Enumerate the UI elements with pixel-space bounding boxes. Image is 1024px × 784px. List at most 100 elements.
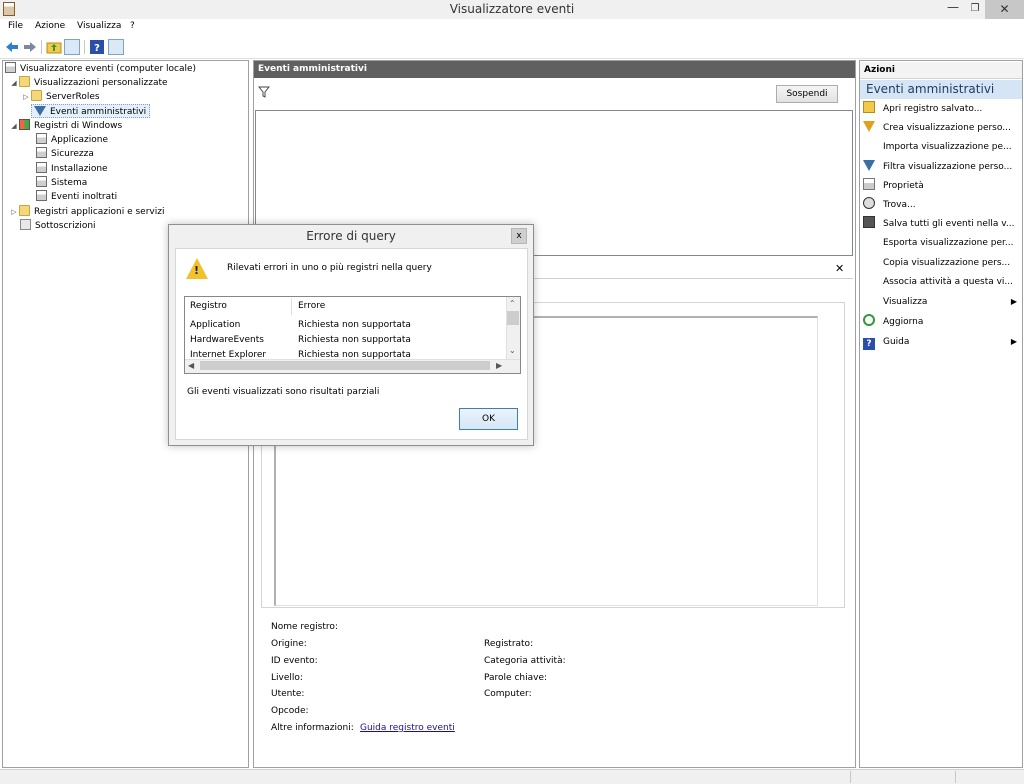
menu-view[interactable]: Visualizza — [77, 21, 121, 31]
tree-item-custom-views[interactable]: ◢ Visualizzazioni personalizzate — [9, 76, 168, 90]
collapsed-arrow-icon[interactable]: ▷ — [9, 205, 19, 219]
menu-action[interactable]: Azione — [35, 21, 65, 31]
toolbar-separator — [41, 40, 42, 54]
tree-item-server-roles[interactable]: ▷ ServerRoles — [21, 90, 100, 104]
log-icon — [36, 190, 47, 201]
open-folder-icon — [863, 101, 875, 113]
save-icon — [863, 216, 875, 228]
error-row-log[interactable]: Internet Explorer — [190, 350, 266, 359]
event-viewer-icon — [5, 62, 16, 73]
tree-item-windows-logs[interactable]: ◢ Registri di Windows — [9, 119, 122, 133]
ok-button[interactable]: OK — [459, 408, 518, 430]
submenu-arrow-icon: ▶ — [1010, 297, 1017, 306]
action-save-all-events[interactable]: Salva tutti gli eventi nella v... — [863, 216, 1021, 232]
label-more-info: Altre informazioni: — [271, 723, 354, 733]
svg-text:?: ? — [94, 43, 100, 54]
error-row-message[interactable]: Richiesta non supportata — [298, 335, 411, 345]
log-icon — [36, 176, 47, 187]
help-icon[interactable]: ? — [89, 39, 105, 55]
label-task-category: Categoria attività: — [484, 656, 566, 666]
action-help[interactable]: ? Guida ▶ — [863, 334, 1021, 350]
column-separator[interactable] — [291, 298, 292, 315]
expanded-arrow-icon[interactable]: ◢ — [9, 119, 19, 133]
windows-logs-icon — [19, 119, 30, 130]
actions-section-header[interactable]: Eventi amministrativi — [860, 80, 1022, 99]
filter-icon — [863, 160, 875, 171]
menu-file[interactable]: File — [8, 21, 23, 31]
scroll-right-icon[interactable]: ▶ — [496, 361, 502, 370]
log-icon — [36, 147, 47, 158]
maximize-button[interactable]: ❐ — [965, 0, 985, 19]
collapsed-arrow-icon[interactable]: ▷ — [21, 90, 31, 104]
minimize-button[interactable]: — — [940, 0, 966, 19]
error-row-log[interactable]: HardwareEvents — [190, 335, 264, 345]
back-arrow-icon[interactable] — [4, 39, 20, 55]
status-separator — [955, 771, 956, 783]
scroll-up-icon[interactable]: ⌃ — [509, 299, 516, 308]
tree-item-security[interactable]: Sicurezza — [36, 147, 94, 161]
menu-help[interactable]: ? — [130, 21, 135, 31]
dialog-close-button[interactable]: x — [511, 228, 527, 244]
tree-item-admin-events[interactable]: Eventi amministrativi — [31, 104, 151, 118]
tree-item-application[interactable]: Applicazione — [36, 133, 108, 147]
subscriptions-icon — [20, 219, 31, 230]
action-import-custom-view[interactable]: Importa visualizzazione pe... — [863, 139, 1021, 155]
action-open-saved-log[interactable]: Apri registro salvato... — [863, 101, 1021, 117]
action-create-custom-view[interactable]: Crea visualizzazione perso... — [863, 120, 1021, 136]
center-pane-title: Eventi amministrativi — [254, 61, 855, 78]
help-icon: ? — [863, 338, 875, 350]
label-opcode: Opcode: — [271, 706, 309, 716]
toolbar: ? — [0, 37, 1024, 59]
error-row-message[interactable]: Richiesta non supportata — [298, 320, 411, 330]
column-header-error[interactable]: Errore — [298, 301, 325, 311]
action-find[interactable]: Trova... — [863, 197, 1021, 213]
vertical-scroll-thumb[interactable] — [507, 311, 519, 325]
tree-item-subscriptions[interactable]: Sottoscrizioni — [20, 219, 96, 233]
action-view[interactable]: Visualizza ▶ — [863, 294, 1021, 310]
dialog-title: Errore di query — [306, 229, 396, 243]
action-filter-custom-view[interactable]: Filtra visualizzazione perso... — [863, 159, 1021, 175]
actions-title: Azioni — [860, 62, 1022, 79]
label-source: Origine: — [271, 639, 307, 649]
show-hide-action-pane-icon[interactable] — [108, 39, 124, 55]
toolbar-separator — [84, 40, 85, 54]
error-row-log[interactable]: Application — [190, 320, 240, 330]
tree-item-system[interactable]: Sistema — [36, 176, 87, 190]
action-copy-custom-view[interactable]: Copia visualizzazione pers... — [863, 255, 1021, 271]
filter-icon[interactable] — [258, 86, 270, 98]
label-log-name: Nome registro: — [271, 622, 338, 632]
action-export-custom-view[interactable]: Esporta visualizzazione per... — [863, 235, 1021, 251]
window-title: Visualizzatore eventi — [449, 2, 575, 16]
show-hide-tree-icon[interactable] — [64, 39, 80, 55]
stop-button[interactable]: Sospendi — [776, 85, 838, 103]
event-log-help-link[interactable]: Guida registro eventi — [360, 723, 455, 733]
scroll-down-icon[interactable]: ⌄ — [509, 346, 516, 355]
label-level: Livello: — [271, 673, 303, 683]
tree-item-forwarded-events[interactable]: Eventi inoltrati — [36, 190, 117, 204]
up-folder-icon[interactable] — [46, 39, 62, 55]
tree-item-setup[interactable]: Installazione — [36, 162, 108, 176]
horizontal-scroll-thumb[interactable] — [200, 361, 490, 370]
action-attach-task[interactable]: Associa attività a questa vi... — [863, 274, 1021, 290]
scroll-left-icon[interactable]: ◀ — [188, 361, 194, 370]
folder-icon — [19, 205, 30, 216]
close-window-button[interactable]: ✕ — [985, 0, 1024, 19]
tree-item-root[interactable]: Visualizzatore eventi (computer locale) — [5, 62, 196, 76]
tree-item-apps-services-logs[interactable]: ▷ Registri applicazioni e servizi — [9, 205, 164, 219]
forward-arrow-icon[interactable] — [22, 39, 38, 55]
error-row-message[interactable]: Richiesta non supportata — [298, 350, 411, 359]
submenu-arrow-icon: ▶ — [1010, 337, 1017, 346]
status-separator — [850, 771, 851, 783]
create-filter-icon — [863, 121, 875, 132]
expanded-arrow-icon[interactable]: ◢ — [9, 76, 19, 90]
warning-icon-mark: ! — [194, 264, 200, 277]
partial-results-note: Gli eventi visualizzati sono risultati p… — [187, 387, 380, 397]
label-keywords: Parole chiave: — [484, 673, 548, 683]
dialog-message: Rilevati errori in uno o più registri ne… — [227, 263, 432, 273]
close-detail-button[interactable]: ✕ — [835, 262, 847, 276]
action-refresh[interactable]: Aggiorna — [863, 314, 1021, 330]
column-header-log[interactable]: Registro — [190, 301, 227, 311]
filter-icon — [34, 106, 46, 116]
action-properties[interactable]: Proprietà — [863, 178, 1021, 194]
label-user: Utente: — [271, 689, 305, 699]
